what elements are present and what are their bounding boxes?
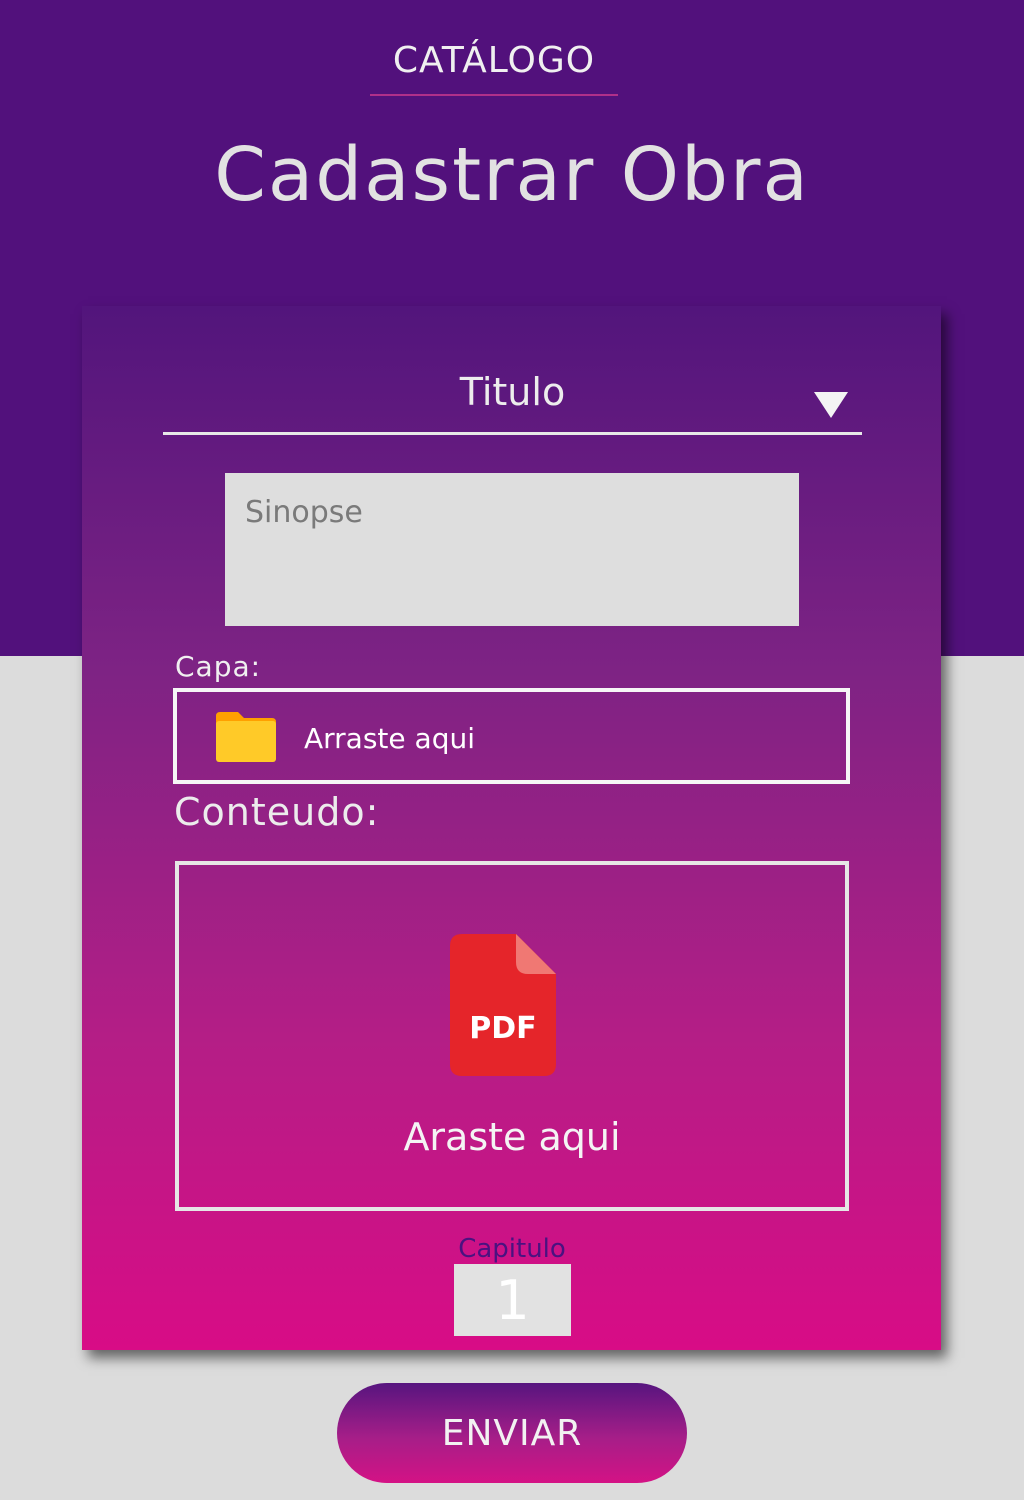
enviar-button[interactable]: ENVIAR — [337, 1383, 687, 1483]
conteudo-label: Conteudo: — [174, 790, 380, 834]
nav-link-underline — [370, 94, 618, 96]
sinopse-textarea[interactable] — [225, 473, 799, 626]
folder-icon — [216, 712, 276, 762]
page-title: Cadastrar Obra — [214, 132, 810, 218]
capitulo-label: Capitulo — [458, 1234, 566, 1264]
conteudo-dropzone-text: Araste aqui — [403, 1115, 621, 1159]
capitulo-input[interactable] — [454, 1264, 571, 1336]
conteudo-dropzone[interactable]: PDF Araste aqui — [175, 861, 849, 1211]
capa-dropzone[interactable]: Arraste aqui — [173, 688, 850, 784]
titulo-select-label: Titulo — [459, 370, 566, 414]
pdf-file-icon: PDF — [450, 934, 556, 1076]
pdf-icon-text: PDF — [469, 1011, 536, 1046]
titulo-select[interactable]: Titulo — [163, 358, 862, 435]
capa-dropzone-text: Arraste aqui — [304, 722, 475, 755]
capa-label: Capa: — [175, 650, 262, 683]
form-card: Titulo Capa: Arraste aqui Conteudo: PDF … — [82, 306, 941, 1350]
nav-link-catalogo[interactable]: CATÁLOGO — [370, 40, 618, 81]
triangle-down-icon — [814, 392, 848, 418]
